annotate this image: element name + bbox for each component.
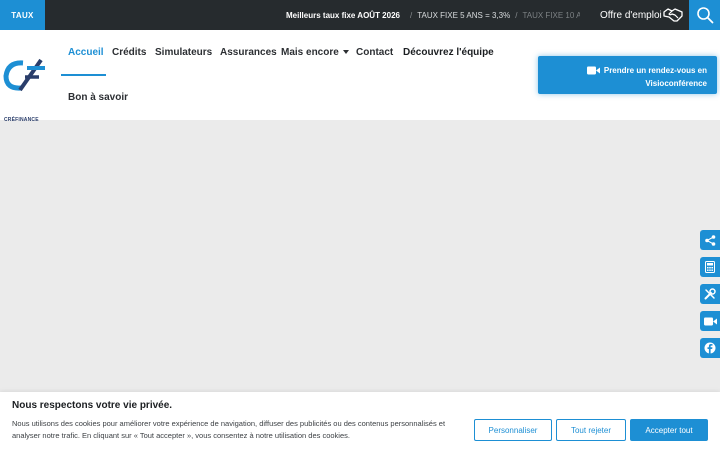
nav-decouvrez-equipe[interactable]: Découvrez l'équipe xyxy=(403,47,494,58)
nav-bon-a-savoir[interactable]: Bon à savoir xyxy=(68,92,128,103)
offre-emploi-link[interactable]: Offre d'emploi xyxy=(600,0,662,30)
cookie-banner: Nous respectons votre vie privée. Nous u… xyxy=(0,392,720,450)
nav-credits[interactable]: Crédits xyxy=(112,47,146,58)
ticker-separator: / xyxy=(409,10,413,20)
handshake-icon[interactable] xyxy=(663,6,683,24)
main-content xyxy=(0,120,720,392)
ticker-rate-5-ans: TAUX FIXE 5 ANS = 3,3% xyxy=(417,10,511,20)
facebook-button[interactable] xyxy=(700,338,720,358)
cookie-title: Nous respectons votre vie privée. xyxy=(12,400,173,411)
video-camera-icon xyxy=(586,66,600,75)
crefinance-logo[interactable] xyxy=(3,56,47,96)
nav-simulateurs[interactable]: Simulateurs xyxy=(155,47,212,58)
chevron-down-icon xyxy=(342,50,349,55)
video-button[interactable] xyxy=(700,311,720,331)
share-icon xyxy=(704,234,715,246)
tools-button[interactable] xyxy=(700,284,720,304)
rates-ticker: Meilleurs taux fixe AOÛT 2026 / TAUX FIX… xyxy=(286,0,580,30)
ticker-rate-10-ans: TAUX FIXE 10 ANS = 3,3 xyxy=(522,10,580,20)
ticker-headline: Meilleurs taux fixe AOÛT 2026 xyxy=(286,10,400,20)
facebook-icon xyxy=(704,342,716,354)
cookie-text: Nous utilisons des cookies pour améliore… xyxy=(12,419,446,440)
visio-appointment-button[interactable]: Prendre un rendez-vous en Visioconférenc… xyxy=(538,56,717,94)
tools-icon xyxy=(704,288,716,300)
customize-cookies-button[interactable]: Personnaliser xyxy=(474,419,552,441)
taux-tab[interactable]: TAUX xyxy=(0,0,45,30)
video-icon xyxy=(703,317,717,325)
reject-cookies-button[interactable]: Tout rejeter xyxy=(556,419,626,441)
nav-contact[interactable]: Contact xyxy=(356,47,393,58)
nav-active-indicator xyxy=(61,74,106,76)
cta-line-1: Prendre un rendez-vous en xyxy=(603,66,707,75)
site-header: CRÉFINANCE Accueil Crédits Simulateurs A… xyxy=(0,30,720,123)
nav-mais-encore-label: Mais encore xyxy=(281,47,339,58)
cta-line-2: Visioconférence xyxy=(645,79,707,88)
calculator-button[interactable] xyxy=(700,257,720,277)
calculator-icon xyxy=(705,261,715,273)
search-icon xyxy=(696,7,713,24)
nav-assurances[interactable]: Assurances xyxy=(220,47,277,58)
nav-mais-encore[interactable]: Mais encore xyxy=(281,47,349,58)
search-button[interactable] xyxy=(689,0,720,30)
ticker-separator: / xyxy=(515,10,518,20)
nav-accueil[interactable]: Accueil xyxy=(68,47,104,58)
accept-cookies-button[interactable]: Accepter tout xyxy=(630,419,708,441)
share-button[interactable] xyxy=(700,230,720,250)
